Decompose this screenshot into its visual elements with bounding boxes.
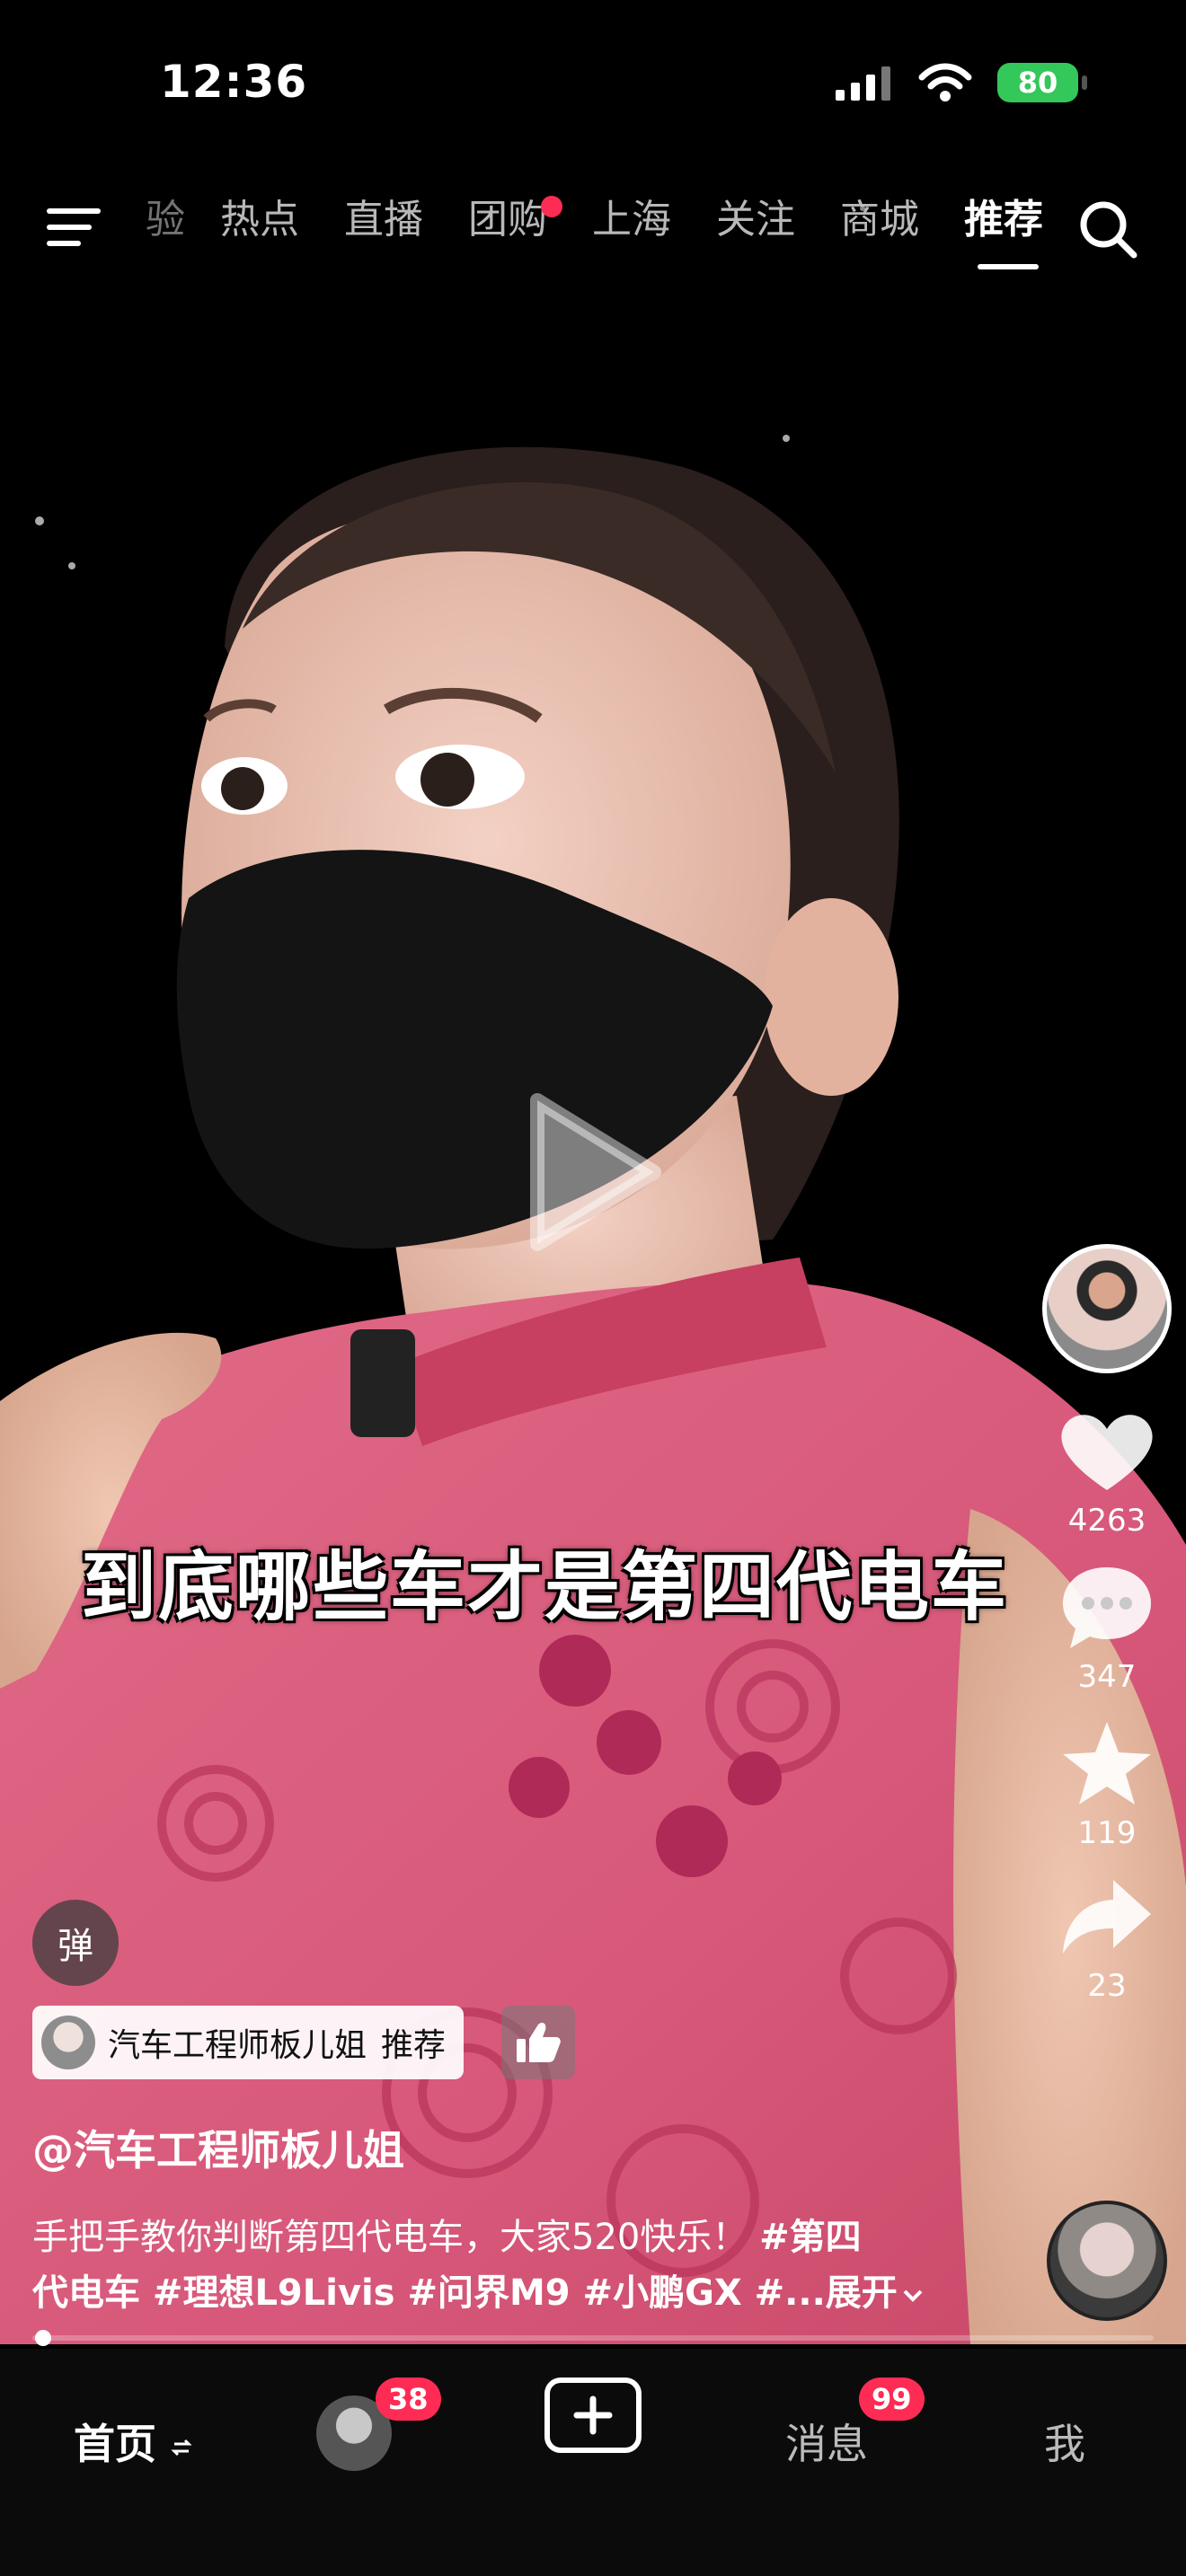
hashtag-line1[interactable]: #第四 — [759, 2217, 862, 2258]
tab-shanghai[interactable]: 上海 — [570, 198, 694, 269]
recommend-chip[interactable]: 汽车工程师板儿姐 推荐 — [32, 2006, 465, 2079]
like-action[interactable]: 4263 — [1042, 1409, 1172, 1539]
video-progress-bar[interactable] — [32, 2330, 1154, 2346]
heart-icon — [1061, 1415, 1153, 1490]
play-icon[interactable] — [519, 1091, 663, 1253]
recommend-thumbs-up-button[interactable] — [501, 2006, 575, 2079]
nav-me[interactable]: 我 — [1044, 2412, 1085, 2471]
tab-recommend[interactable]: 推荐 — [942, 198, 1066, 269]
messages-badge: 99 — [859, 2378, 925, 2421]
recommender-name: 汽车工程师板儿姐 — [108, 2027, 367, 2064]
share-icon — [1063, 1880, 1151, 1954]
expand-link[interactable]: 展开 — [826, 2272, 925, 2314]
nav-home[interactable]: 首页 — [74, 2412, 192, 2471]
hashtag-line2[interactable]: 代电车 #理想L9Livis #问界M9 #小鹏GX #... — [32, 2272, 826, 2314]
bottom-nav: 首页 38 消息 99 我 — [0, 2349, 1186, 2576]
friends-badge: 38 — [376, 2378, 441, 2421]
tab-live[interactable]: 直播 — [322, 198, 446, 269]
tab-group-buy[interactable]: 团购 — [446, 196, 570, 269]
switch-arrows-icon — [171, 2439, 192, 2456]
recommender-avatar — [41, 2016, 95, 2069]
notification-dot — [541, 196, 562, 217]
status-time: 12:36 — [160, 56, 308, 108]
wifi-icon — [918, 63, 972, 101]
status-bar: 12:36 80 — [0, 0, 1186, 171]
post-description: 手把手教你判断第四代电车，大家520快乐！ #第四 代电车 #理想L9Livis… — [32, 2210, 985, 2321]
like-count: 4263 — [1067, 1503, 1146, 1539]
tab-hot[interactable]: 热点 — [198, 198, 322, 269]
author-handle[interactable]: @汽车工程师板儿姐 — [32, 2118, 404, 2177]
plus-icon — [573, 2395, 613, 2435]
music-disc[interactable] — [1047, 2201, 1167, 2321]
cellular-signal-icon — [836, 66, 890, 101]
danmu-toggle-button[interactable]: 弹 — [32, 1900, 119, 1986]
author-avatar[interactable] — [1042, 1244, 1172, 1373]
create-button[interactable] — [544, 2378, 642, 2453]
tab-group-buy-label: 团购 — [468, 197, 547, 243]
top-nav: 验 热点 直播 团购 上海 关注 商城 推荐 — [0, 180, 1186, 278]
expand-label: 展开 — [825, 2272, 898, 2314]
search-icon[interactable] — [1076, 198, 1139, 260]
thumbs-up-icon — [517, 2023, 561, 2062]
share-count: 23 — [1087, 1968, 1127, 2004]
favorite-count: 119 — [1077, 1815, 1137, 1851]
nav-tabs: 验 热点 直播 团购 上海 关注 商城 推荐 — [126, 196, 1066, 269]
recommend-label: 推荐 — [381, 2027, 447, 2064]
desc-text: 手把手教你判断第四代电车，大家520快乐！ — [32, 2217, 760, 2258]
status-indicators: 80 — [836, 63, 1087, 102]
comment-count: 347 — [1077, 1659, 1137, 1695]
tab-following[interactable]: 关注 — [694, 198, 818, 269]
video-subtitle: 到底哪些车才是第四代电车 — [81, 1543, 1009, 1631]
progress-thumb[interactable] — [35, 2330, 51, 2346]
comment-action[interactable]: 347 — [1042, 1562, 1172, 1695]
tab-partial[interactable]: 验 — [126, 198, 198, 269]
star-icon — [1063, 1722, 1151, 1804]
right-action-rail: 4263 347 119 23 — [1042, 1244, 1175, 2004]
favorite-action[interactable]: 119 — [1042, 1718, 1172, 1851]
menu-icon[interactable] — [47, 205, 102, 250]
nav-home-label: 首页 — [74, 2420, 156, 2468]
battery-indicator: 80 — [997, 63, 1087, 102]
tab-mall[interactable]: 商城 — [818, 198, 942, 269]
comment-icon — [1063, 1567, 1151, 1648]
share-action[interactable]: 23 — [1042, 1875, 1172, 2004]
nav-messages[interactable]: 消息 — [785, 2412, 868, 2471]
chevron-down-icon — [903, 2289, 923, 2302]
